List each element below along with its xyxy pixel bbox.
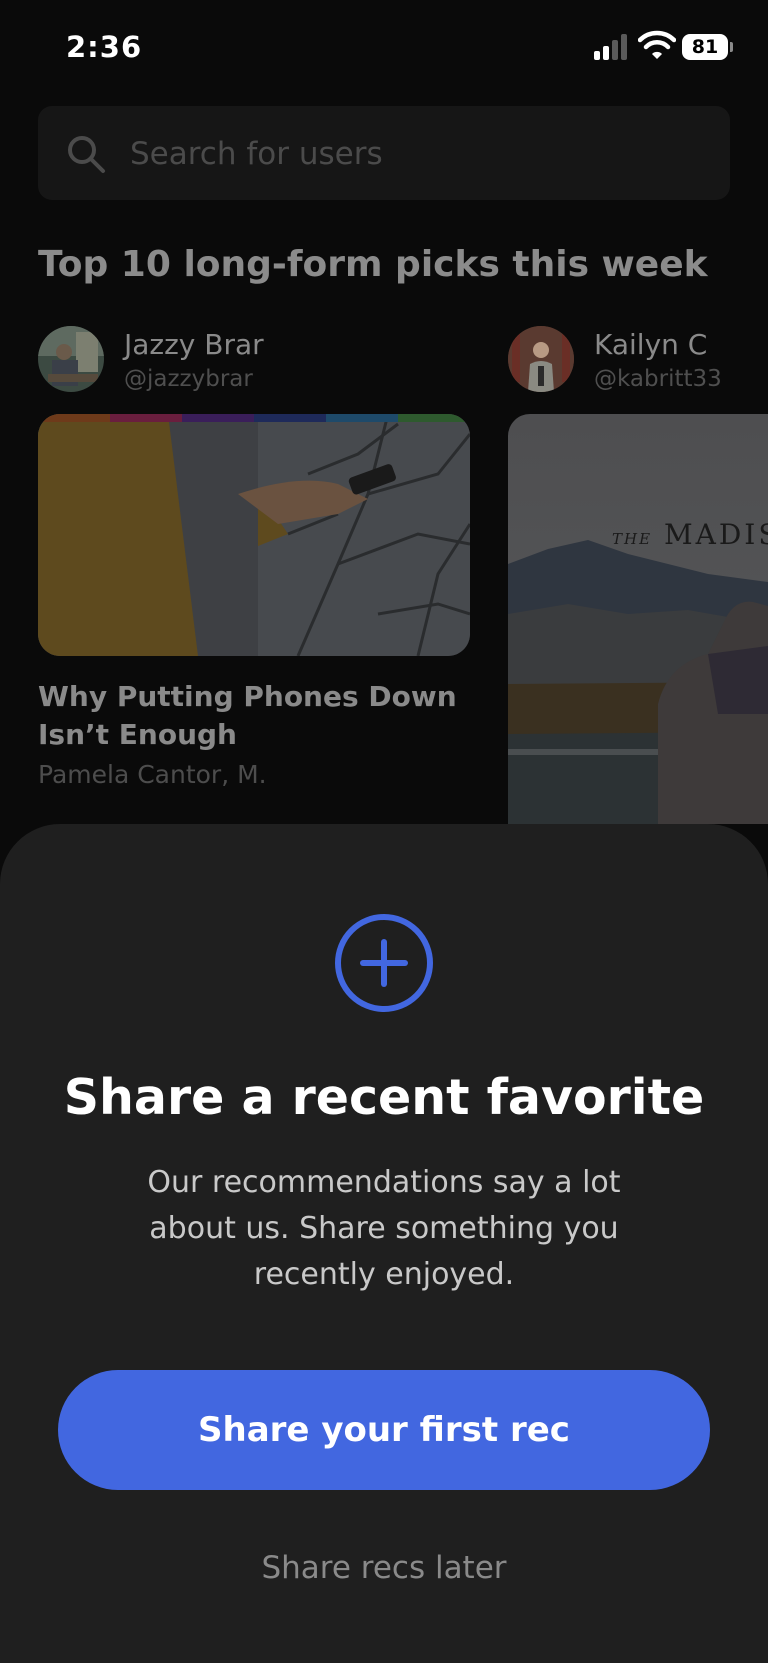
share-bottom-sheet: Share a recent favorite Our recommendati… — [0, 824, 768, 1663]
sheet-description: Our recommendations say a lot about us. … — [147, 1165, 621, 1292]
plus-circle-icon — [335, 914, 433, 1012]
show-poster — [508, 414, 768, 824]
search-bar[interactable]: Search for users — [38, 106, 730, 200]
sheet-title: Share a recent favorite — [63, 1069, 705, 1126]
user-handle: @jazzybrar — [124, 366, 253, 392]
user-name: Jazzy Brar — [124, 328, 264, 361]
poster-title: THE MADIS — [612, 518, 768, 551]
user-item-jazzy[interactable]: Jazzy Brar @jazzybrar — [38, 326, 458, 402]
section-title: Top 10 long-form picks this week — [38, 244, 708, 285]
user-name: Kailyn C — [594, 328, 708, 361]
show-card-image[interactable]: THE MADIS — [508, 414, 768, 824]
share-first-rec-button[interactable]: Share your first rec — [58, 1370, 710, 1490]
share-later-link[interactable]: Share recs later — [0, 1550, 768, 1586]
article-photo — [38, 414, 470, 656]
search-icon — [68, 136, 105, 173]
user-item-kailyn[interactable]: Kailyn C @kabritt33 — [508, 326, 768, 402]
article-author: Pamela Cantor, M. — [38, 760, 267, 789]
user-handle: @kabritt33 — [594, 366, 722, 392]
article-title[interactable]: Why Putting Phones Down Isn’t Enough — [38, 678, 458, 754]
avatar[interactable] — [508, 326, 574, 392]
article-card-image[interactable] — [38, 414, 470, 656]
search-input[interactable]: Search for users — [130, 136, 383, 172]
card-stripe — [38, 414, 470, 422]
avatar[interactable] — [38, 326, 104, 392]
